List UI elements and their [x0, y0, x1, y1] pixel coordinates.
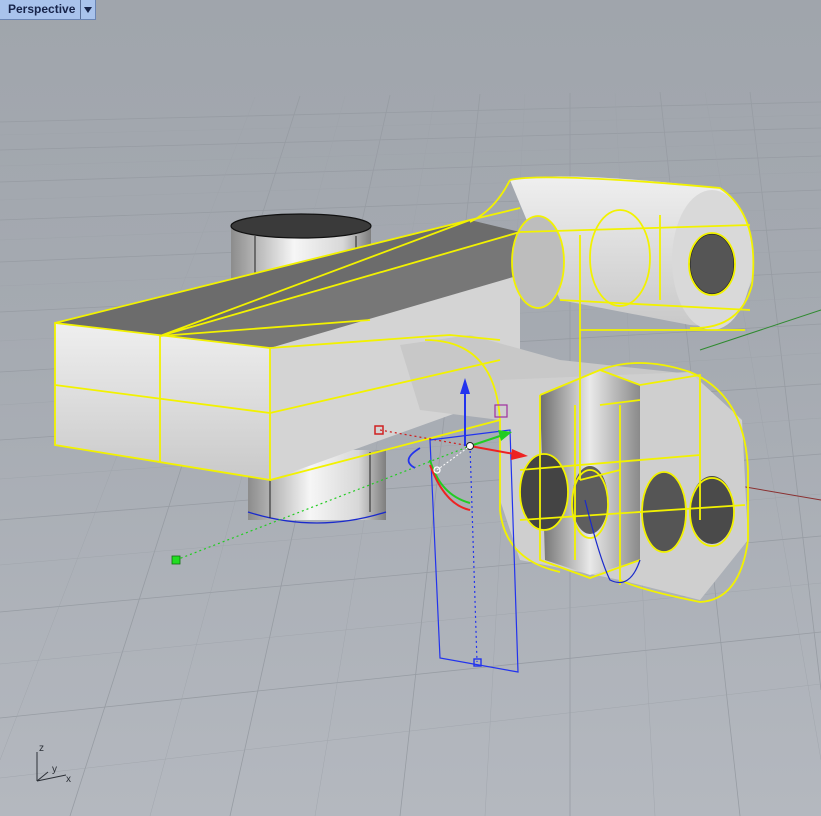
gumball-rotate-z-arc[interactable]	[407, 447, 421, 469]
viewport-canvas[interactable]	[0, 0, 821, 816]
viewport-title-tab[interactable]: Perspective	[0, 0, 97, 20]
axis-y-label: y	[52, 764, 57, 775]
viewport-title[interactable]: Perspective	[0, 0, 80, 19]
gumball-y-arrow[interactable]	[469, 435, 501, 447]
gumball-white-dotted-line	[436, 445, 471, 471]
perspective-viewport[interactable]: z y x Perspective	[0, 0, 821, 816]
hub-ring	[510, 176, 754, 330]
gumball-rotate-y-arc[interactable]	[429, 459, 471, 504]
axis-x-label: x	[66, 774, 71, 785]
axis-z-label: z	[39, 743, 44, 754]
gumball-z-dotted-line	[469, 445, 478, 663]
chevron-down-icon[interactable]	[80, 0, 95, 19]
gumball-y-handle-far[interactable]	[171, 555, 181, 565]
